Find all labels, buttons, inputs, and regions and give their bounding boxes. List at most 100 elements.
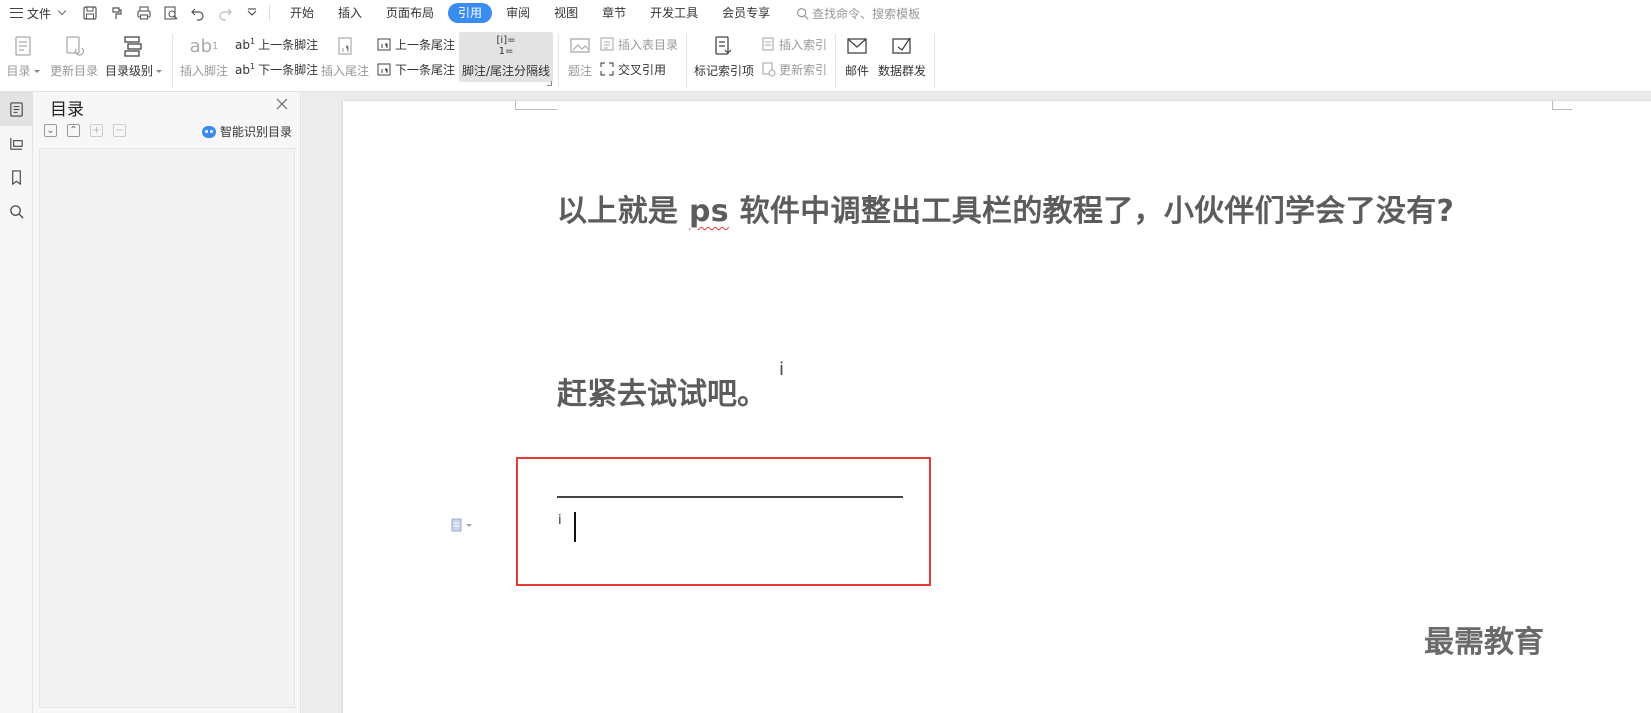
- endnote-number: i: [558, 513, 562, 528]
- prev-footnote-button[interactable]: ab1 上一条脚注: [235, 34, 318, 54]
- bookmark-icon: [12, 169, 21, 185]
- ribbon-divider: [172, 34, 173, 88]
- tab-home[interactable]: 开始: [280, 3, 324, 23]
- data-send-button[interactable]: 数据群发: [877, 30, 927, 79]
- find-button[interactable]: [0, 194, 33, 228]
- paragraph-1[interactable]: 以上就是 ps 软件中调整出工具栏的教程了，小伙伴们学会了没有?: [557, 186, 1454, 230]
- document-page[interactable]: 以上就是 ps 软件中调整出工具栏的教程了，小伙伴们学会了没有? 赶紧去试试吧。…: [343, 101, 1651, 713]
- prev-footnote-label: 上一条脚注: [258, 37, 319, 52]
- insert-footnote-label: 插入脚注: [180, 64, 229, 78]
- insert-endnote-button[interactable]: 插入尾注: [320, 30, 370, 79]
- save-icon[interactable]: [78, 3, 101, 23]
- collapse-all-icon[interactable]: ⌃: [67, 124, 80, 137]
- expand-all-icon[interactable]: ⌄: [44, 124, 57, 137]
- search-icon: [797, 7, 809, 20]
- menu-bar: 文件 开始 插入 页面布局 引用 审阅 视图 章节 开发工具 会员专享 查找命令…: [0, 0, 1651, 26]
- add-heading-icon[interactable]: +: [90, 124, 103, 137]
- print-preview-icon[interactable]: [159, 3, 182, 23]
- update-toc-button[interactable]: 更新目录: [49, 30, 99, 79]
- footnote-icon: ab 1: [189, 35, 219, 57]
- smart-toc-button[interactable]: 智能识别目录: [201, 123, 292, 140]
- document-area: 以上就是 ps 软件中调整出工具栏的教程了，小伙伴们学会了没有? 赶紧去试试吧。…: [302, 92, 1651, 713]
- separator-line-icon: [i]= 1=: [496, 35, 516, 57]
- menu-divider: [269, 5, 270, 21]
- prev-endnote-label: 上一条尾注: [395, 37, 456, 52]
- caption-label: 题注: [567, 64, 592, 78]
- tab-insert[interactable]: 插入: [328, 3, 372, 23]
- file-menu-label: 文件: [27, 6, 52, 21]
- group-expand-icon[interactable]: [547, 81, 552, 86]
- redo-icon[interactable]: [213, 3, 236, 23]
- toc-level-icon: [124, 36, 142, 57]
- toc-pane-button[interactable]: [0, 92, 33, 126]
- tab-view[interactable]: 视图: [544, 3, 588, 23]
- close-icon[interactable]: [276, 98, 288, 110]
- tab-review[interactable]: 审阅: [496, 3, 540, 23]
- margin-marker: [1552, 101, 1553, 109]
- toc-button[interactable]: 目录: [6, 30, 40, 79]
- mail-icon: [847, 38, 867, 54]
- document-outline-icon: [10, 101, 23, 117]
- navigation-strip: [0, 92, 33, 713]
- endnote-reference[interactable]: i: [779, 359, 784, 380]
- ribbon-divider: [558, 34, 559, 88]
- tab-developer[interactable]: 开发工具: [640, 3, 708, 23]
- data-send-label: 数据群发: [877, 64, 926, 78]
- caption-button[interactable]: 题注: [566, 30, 594, 79]
- note-separator-label: 脚注/尾注分隔线: [461, 64, 551, 78]
- toc-level-label: 目录级别: [105, 64, 162, 78]
- update-index-button[interactable]: 更新索引: [760, 59, 827, 79]
- cross-reference-button[interactable]: 交叉引用: [599, 59, 666, 79]
- mail-button[interactable]: 邮件: [843, 30, 871, 79]
- margin-marker: [515, 101, 516, 109]
- print-icon[interactable]: [132, 3, 155, 23]
- chapter-nav-button[interactable]: [0, 126, 33, 160]
- bookmark-button[interactable]: [0, 160, 33, 194]
- undo-icon[interactable]: [186, 3, 209, 23]
- next-footnote-icon: ab1: [235, 61, 256, 77]
- insert-index-button[interactable]: 插入索引: [760, 34, 827, 54]
- prev-endnote-button[interactable]: 上一条尾注: [376, 34, 455, 54]
- insert-footnote-button[interactable]: ab 1 插入脚注: [180, 30, 228, 79]
- file-menu-button[interactable]: 文件: [0, 5, 78, 22]
- margin-marker: [515, 109, 557, 110]
- cross-reference-icon: [600, 62, 614, 76]
- toc-label: 目录: [6, 64, 39, 78]
- toc-level-button[interactable]: 目录级别: [105, 30, 161, 79]
- format-painter-icon[interactable]: [105, 3, 128, 23]
- tab-member[interactable]: 会员专享: [712, 3, 780, 23]
- next-endnote-button[interactable]: 下一条尾注: [376, 59, 455, 79]
- paragraph-2-text: 赶紧去试试吧。: [557, 377, 767, 412]
- mark-index-button[interactable]: 标记索引项: [694, 30, 754, 79]
- misspelled-word[interactable]: ps: [689, 194, 729, 229]
- insert-index-icon: [762, 37, 774, 51]
- paragraph-handle[interactable]: [450, 518, 472, 532]
- paragraph-2[interactable]: 赶紧去试试吧。 i: [557, 359, 784, 413]
- next-footnote-button[interactable]: ab1 下一条脚注: [235, 59, 318, 79]
- endnote-highlight-box: [516, 457, 931, 586]
- tab-page-layout[interactable]: 页面布局: [376, 3, 444, 23]
- remove-heading-icon[interactable]: −: [113, 124, 126, 137]
- customize-toolbar-icon[interactable]: [240, 3, 263, 23]
- paragraph-1-start: 以上就是: [557, 194, 689, 229]
- tab-references[interactable]: 引用: [448, 3, 493, 23]
- prev-endnote-icon: [377, 38, 391, 51]
- next-footnote-label: 下一条脚注: [258, 62, 319, 77]
- update-toc-icon: [66, 36, 85, 56]
- ribbon-tabs: 开始 插入 页面布局 引用 审阅 视图 章节 开发工具 会员专享: [278, 0, 782, 26]
- tab-section[interactable]: 章节: [592, 3, 636, 23]
- ribbon-divider: [686, 34, 687, 88]
- text-cursor: [574, 512, 576, 542]
- table-toc-icon: [600, 37, 614, 51]
- insert-table-toc-button[interactable]: 插入表目录: [599, 34, 678, 54]
- paragraph-1-end: 软件中调整出工具栏的教程了，小伙伴们学会了没有?: [728, 194, 1455, 229]
- mark-index-icon: [715, 36, 732, 55]
- ribbon-references: 目录 更新目录 目录级别 ab 1 插入脚注 ab1 上一条脚注 ab1 下一条脚…: [0, 26, 1651, 92]
- note-separator-button[interactable]: [i]= 1= 脚注/尾注分隔线: [460, 30, 552, 79]
- command-search[interactable]: 查找命令、搜索模板: [796, 5, 920, 22]
- watermark-logo: 最需教育: [1424, 625, 1544, 660]
- chevron-down-icon: [466, 523, 472, 527]
- endnote-icon: [338, 37, 352, 55]
- update-index-label: 更新索引: [779, 62, 828, 77]
- ribbon-divider: [835, 34, 836, 88]
